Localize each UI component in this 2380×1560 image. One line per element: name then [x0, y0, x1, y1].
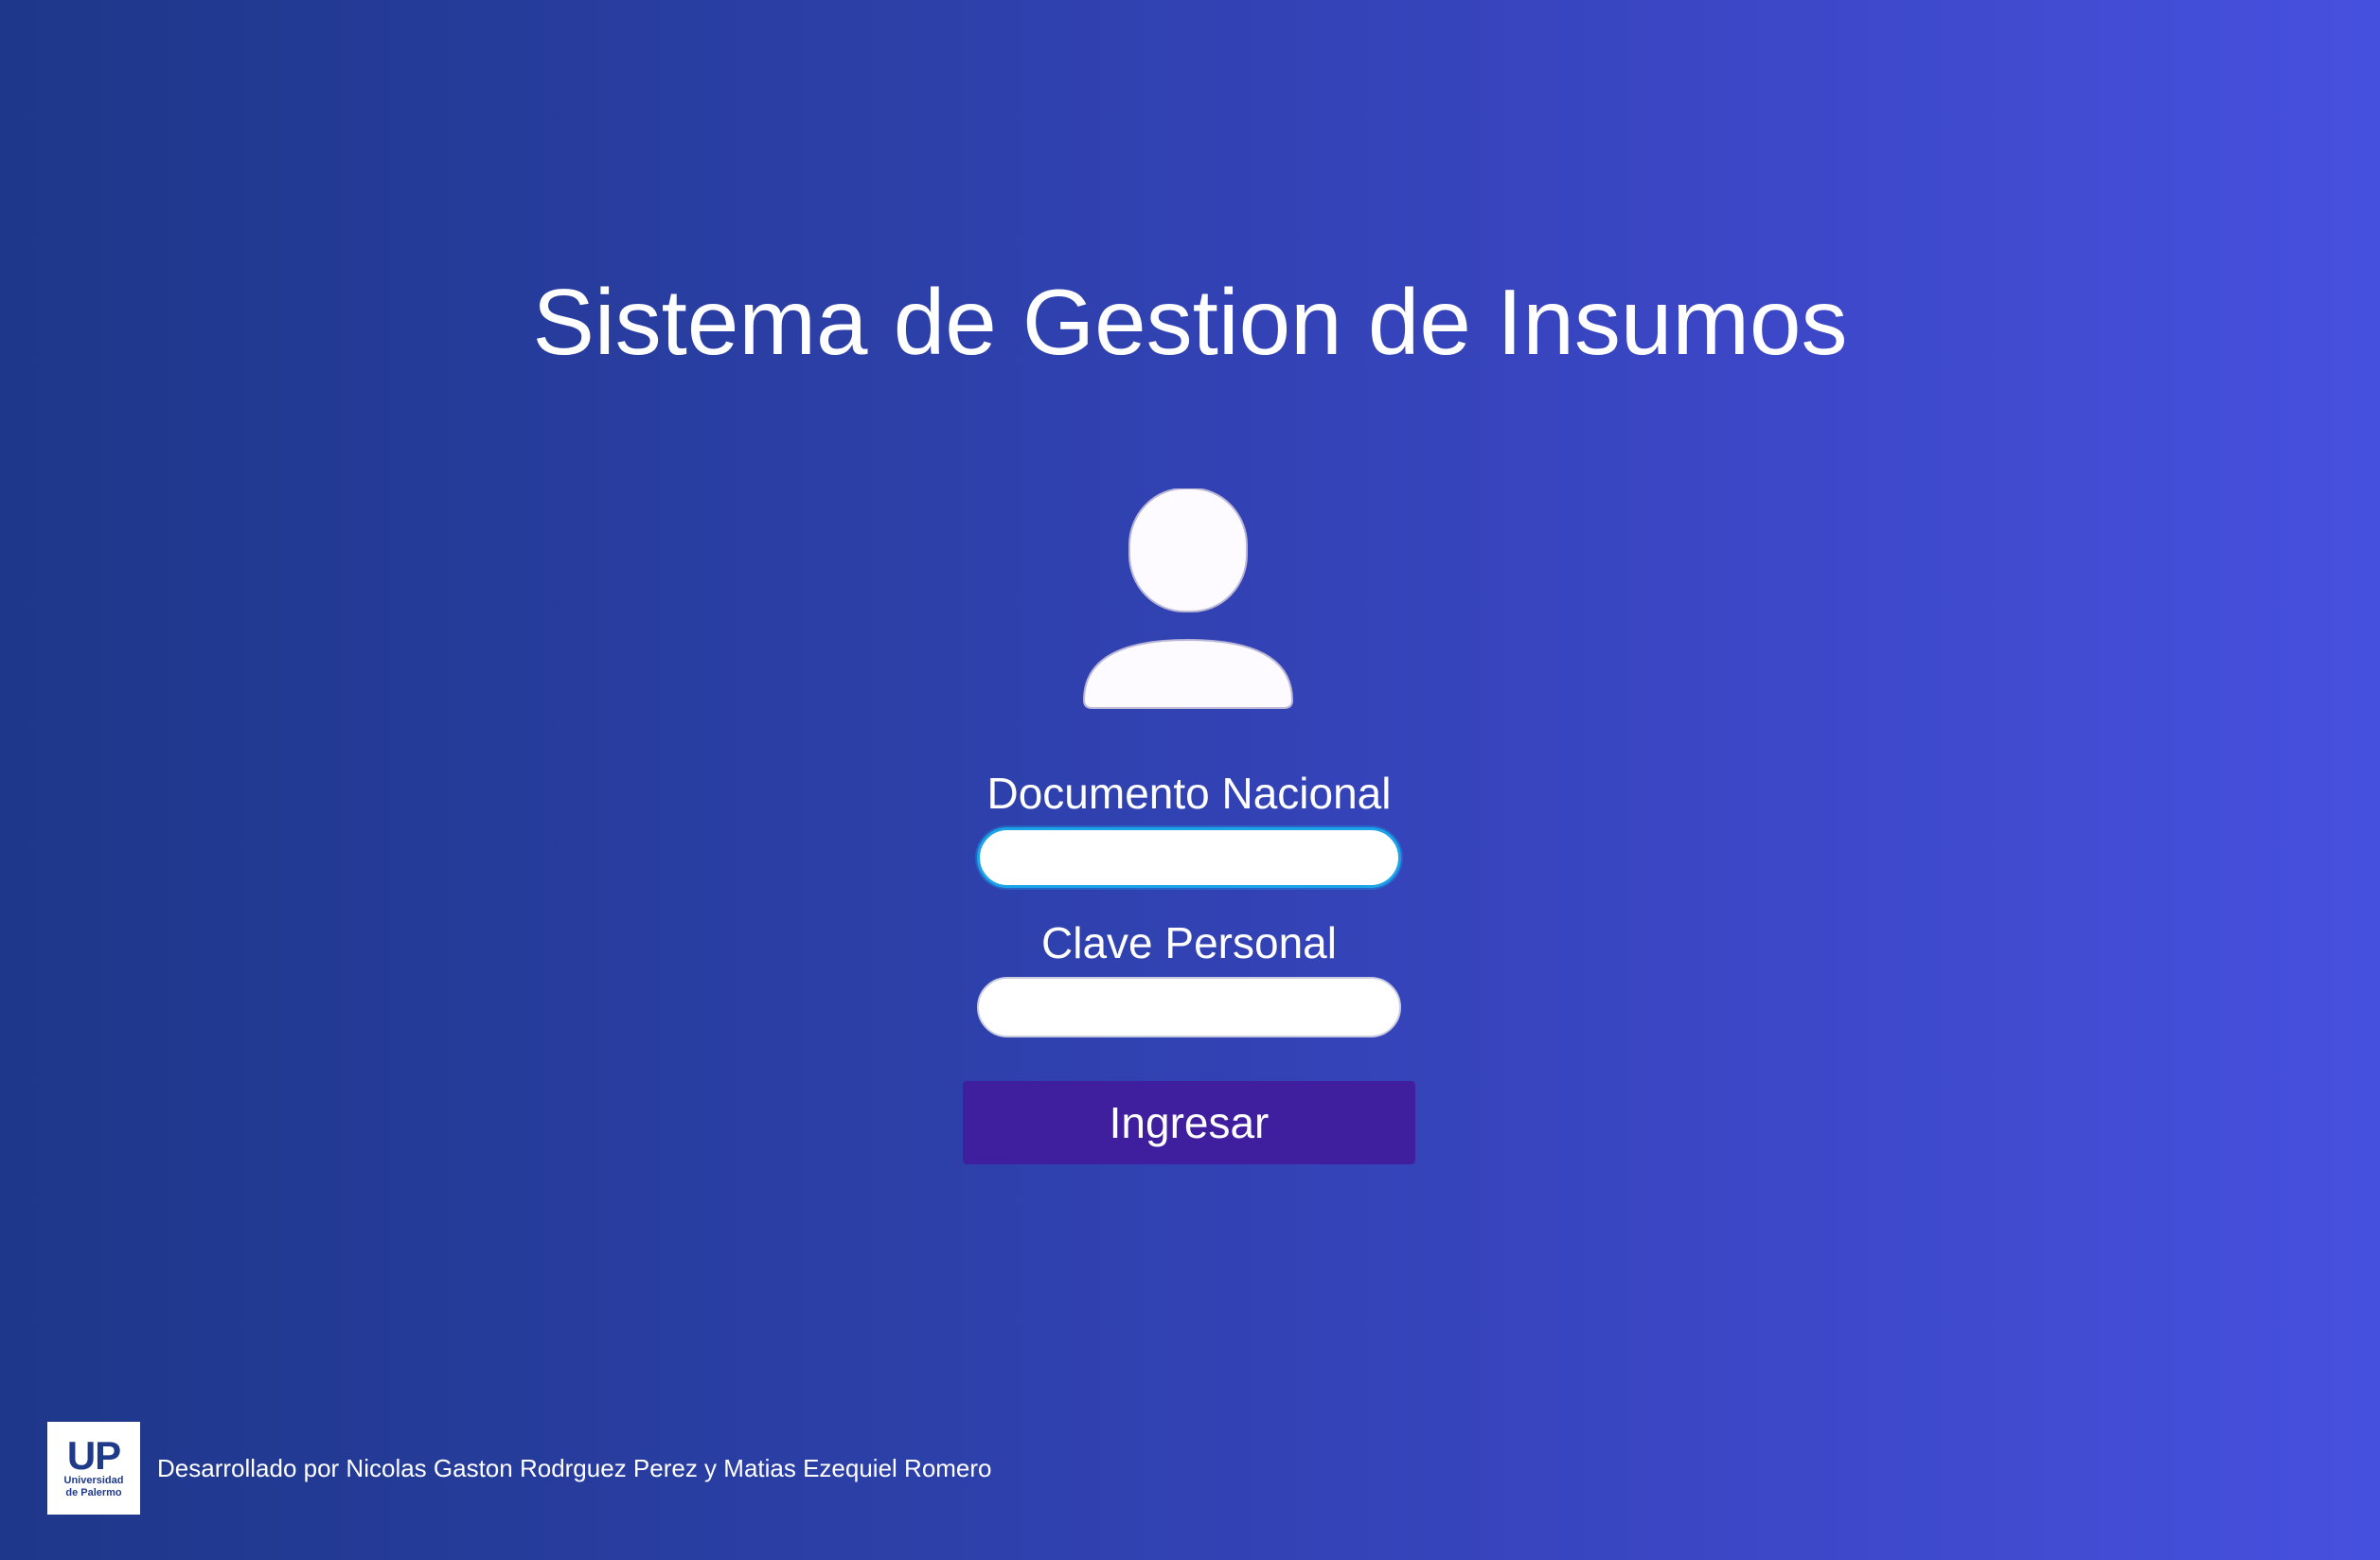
logo-mark: UP [66, 1433, 121, 1478]
user-icon [1081, 488, 1295, 710]
logo-line-1: Universidad [63, 1475, 124, 1486]
footer: UP Universidad de Palermo Desarrollado p… [47, 1422, 992, 1515]
logo-line-2: de Palermo [65, 1487, 122, 1498]
password-input[interactable] [977, 977, 1401, 1037]
document-label: Documento Nacional [986, 769, 1392, 818]
login-form: Documento Nacional Clave Personal Ingres… [952, 767, 1426, 1164]
password-label: Clave Personal [1041, 918, 1337, 967]
credits-text: Desarrollado por Nicolas Gaston Rodrguez… [157, 1454, 992, 1482]
login-button[interactable]: Ingresar [963, 1081, 1415, 1164]
university-logo: UP Universidad de Palermo [47, 1422, 140, 1515]
page-title: Sistema de Gestion de Insumos [532, 270, 1848, 374]
document-input[interactable] [977, 827, 1401, 888]
